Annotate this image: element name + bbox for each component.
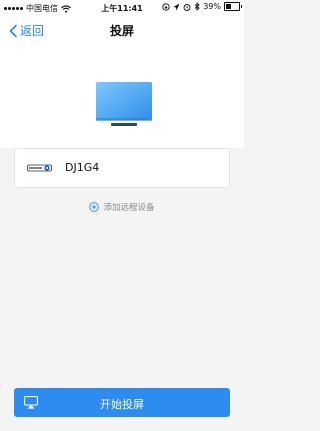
start-cast-label: 开始投屏 <box>100 398 144 411</box>
add-remote-label: 添加远程设备 <box>103 203 155 213</box>
start-cast-button[interactable]: 开始投屏 <box>14 388 230 417</box>
bluetooth-icon <box>194 2 200 11</box>
device-name: DJ1G4 <box>65 161 100 174</box>
device-item[interactable]: DJ1G4 <box>14 148 230 188</box>
location-icon <box>173 3 180 10</box>
page-title: 投屏 <box>109 24 134 38</box>
add-circle-icon <box>89 202 100 212</box>
alarm-icon <box>183 3 191 11</box>
add-remote-device-button[interactable]: 添加远程设备 <box>0 201 244 213</box>
battery-icon <box>224 2 242 11</box>
battery-percent: 39% <box>203 2 221 11</box>
tv-icon <box>96 82 152 126</box>
device-icon <box>27 164 52 172</box>
status-bar: 中国电信 上午11:41 39% <box>0 0 244 16</box>
status-right: 39% <box>162 2 242 11</box>
hero-area <box>0 44 244 148</box>
nav-bar: 返回 投屏 <box>0 16 244 44</box>
lock-rotation-icon <box>162 2 170 11</box>
